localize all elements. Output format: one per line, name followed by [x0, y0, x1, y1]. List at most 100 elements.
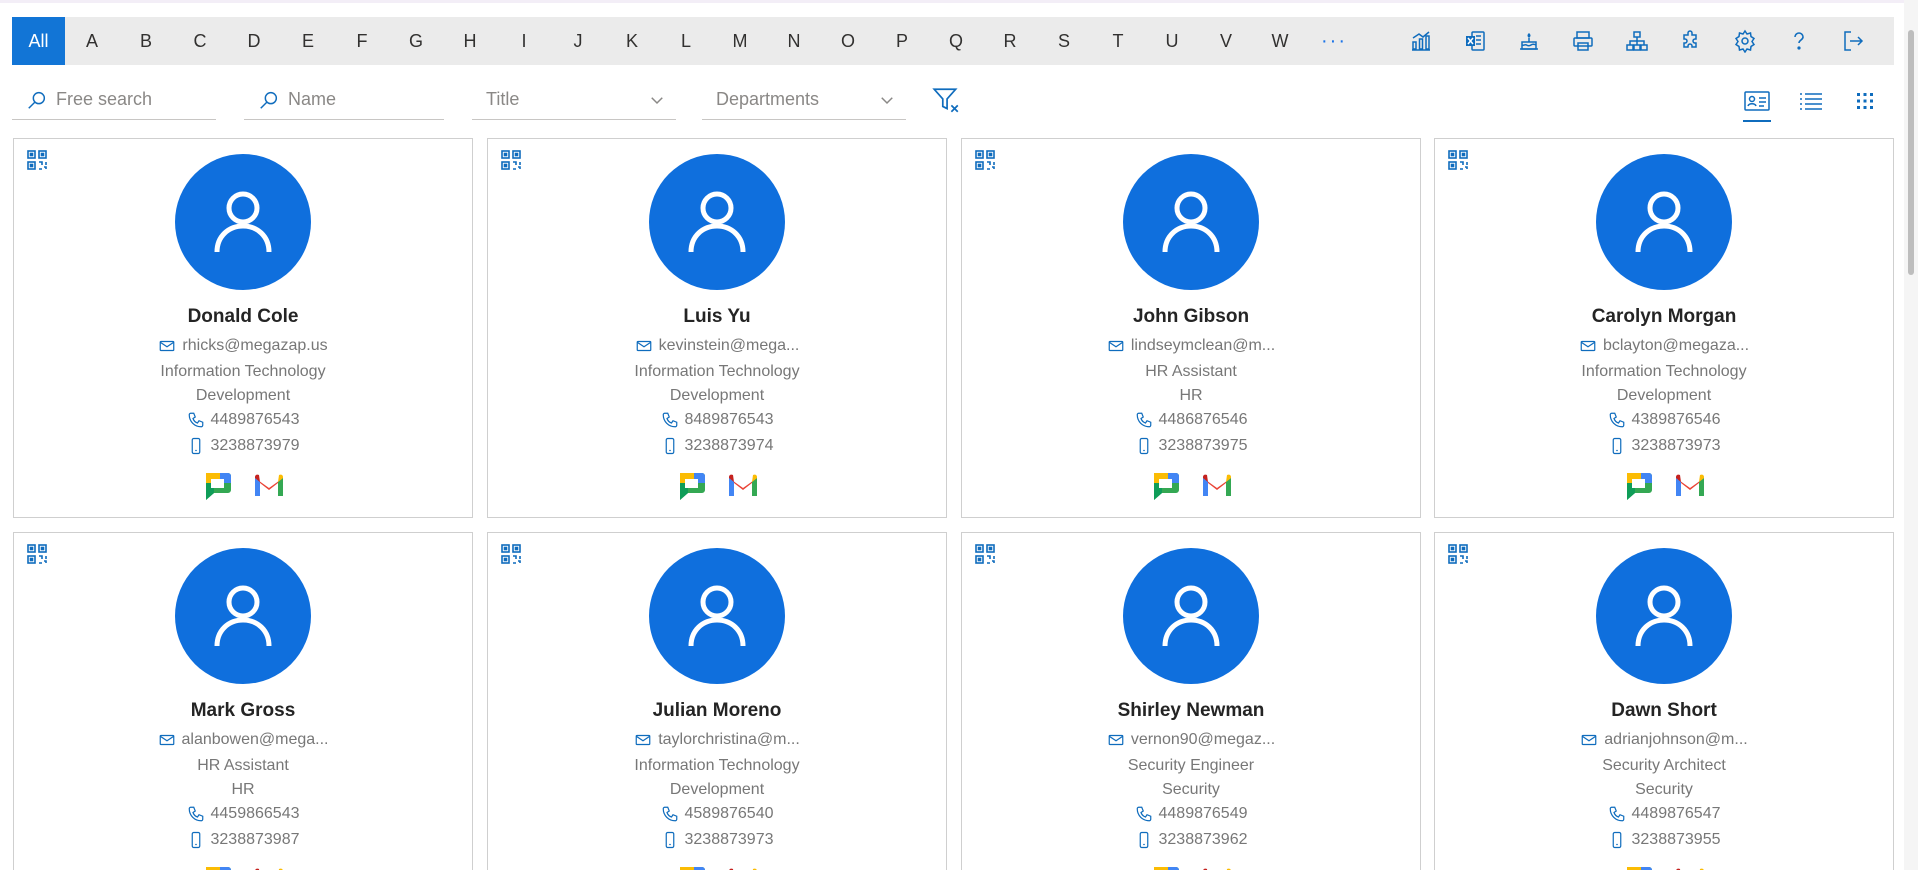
letter-filter-q[interactable]: Q [929, 17, 983, 65]
clear-filters-button[interactable] [928, 82, 964, 118]
employee-mobile[interactable]: 3238873973 [1435, 437, 1893, 455]
employee-mobile[interactable]: 3238873973 [488, 831, 946, 849]
employee-phone[interactable]: 4489876547 [1435, 805, 1893, 823]
vertical-scrollbar[interactable] [1904, 0, 1918, 870]
employee-email[interactable]: vernon90@megaz... [962, 731, 1420, 749]
gmail-icon[interactable] [1200, 863, 1234, 870]
letter-filter-d[interactable]: D [227, 17, 281, 65]
extensions-button[interactable] [1664, 17, 1718, 65]
employee-mobile[interactable]: 3238873975 [962, 437, 1420, 455]
qr-code-icon[interactable] [974, 543, 996, 565]
sign-out-button[interactable] [1826, 17, 1880, 65]
analytics-button[interactable] [1394, 17, 1448, 65]
letter-filter-e[interactable]: E [281, 17, 335, 65]
employee-phone[interactable]: 4486876546 [962, 411, 1420, 429]
letter-filter-v[interactable]: V [1199, 17, 1253, 65]
gmail-icon[interactable] [726, 469, 760, 503]
google-chat-icon[interactable] [1148, 469, 1182, 503]
letter-filter-f[interactable]: F [335, 17, 389, 65]
letter-filter-w[interactable]: W [1253, 17, 1307, 65]
qr-code-icon[interactable] [1447, 149, 1469, 171]
card-view-button[interactable] [1730, 80, 1784, 122]
qr-code-icon[interactable] [26, 149, 48, 171]
org-chart-button[interactable] [1610, 17, 1664, 65]
employee-phone[interactable]: 4459866543 [14, 805, 472, 823]
free-search-input[interactable]: Free search [12, 80, 216, 120]
departments-dropdown[interactable]: Departments [702, 80, 906, 120]
name-search-input[interactable]: Name [244, 80, 444, 120]
employee-email[interactable]: kevinstein@mega... [488, 337, 946, 355]
google-chat-icon[interactable] [1621, 469, 1655, 503]
employee-mobile[interactable]: 3238873987 [14, 831, 472, 849]
gmail-icon[interactable] [252, 863, 286, 870]
birthday-button[interactable] [1502, 17, 1556, 65]
employee-card[interactable]: Mark Gross alanbowen@mega... HR Assistan… [13, 532, 473, 870]
settings-button[interactable] [1718, 17, 1772, 65]
more-letters-button[interactable]: ··· [1307, 17, 1361, 65]
gmail-icon[interactable] [1200, 469, 1234, 503]
google-chat-icon[interactable] [674, 863, 708, 870]
employee-card[interactable]: Shirley Newman vernon90@megaz... Securit… [961, 532, 1421, 870]
employee-mobile[interactable]: 3238873979 [14, 437, 472, 455]
letter-filter-c[interactable]: C [173, 17, 227, 65]
employee-card[interactable]: Carolyn Morgan bclayton@megaza... Inform… [1434, 138, 1894, 518]
employee-email[interactable]: alanbowen@mega... [14, 731, 472, 749]
qr-code-icon[interactable] [1447, 543, 1469, 565]
employee-phone[interactable]: 4389876546 [1435, 411, 1893, 429]
letter-filter-n[interactable]: N [767, 17, 821, 65]
qr-code-icon[interactable] [500, 543, 522, 565]
letter-filter-u[interactable]: U [1145, 17, 1199, 65]
qr-code-icon[interactable] [26, 543, 48, 565]
employee-email[interactable]: bclayton@megaza... [1435, 337, 1893, 355]
letter-filter-r[interactable]: R [983, 17, 1037, 65]
google-chat-icon[interactable] [200, 469, 234, 503]
employee-email[interactable]: adrianjohnson@m... [1435, 731, 1893, 749]
employee-card[interactable]: Julian Moreno taylorchristina@m... Infor… [487, 532, 947, 870]
letter-filter-b[interactable]: B [119, 17, 173, 65]
employee-mobile[interactable]: 3238873962 [962, 831, 1420, 849]
letter-filter-p[interactable]: P [875, 17, 929, 65]
list-view-button[interactable] [1784, 80, 1838, 122]
employee-card[interactable]: Luis Yu kevinstein@mega... Information T… [487, 138, 947, 518]
qr-code-icon[interactable] [500, 149, 522, 171]
letter-filter-s[interactable]: S [1037, 17, 1091, 65]
excel-export-button[interactable] [1448, 17, 1502, 65]
employee-card[interactable]: Donald Cole rhicks@megazap.us Informatio… [13, 138, 473, 518]
letter-filter-j[interactable]: J [551, 17, 605, 65]
letter-filter-o[interactable]: O [821, 17, 875, 65]
letter-filter-all[interactable]: All [12, 17, 65, 65]
employee-email[interactable]: lindseymclean@m... [962, 337, 1420, 355]
employee-phone[interactable]: 4489876549 [962, 805, 1420, 823]
employee-email[interactable]: rhicks@megazap.us [14, 337, 472, 355]
letter-filter-g[interactable]: G [389, 17, 443, 65]
employee-phone[interactable]: 8489876543 [488, 411, 946, 429]
title-dropdown[interactable]: Title [472, 80, 676, 120]
letter-filter-k[interactable]: K [605, 17, 659, 65]
letter-filter-m[interactable]: M [713, 17, 767, 65]
help-button[interactable] [1772, 17, 1826, 65]
qr-code-icon[interactable] [974, 149, 996, 171]
employee-email[interactable]: taylorchristina@m... [488, 731, 946, 749]
employee-card[interactable]: John Gibson lindseymclean@m... HR Assist… [961, 138, 1421, 518]
gmail-icon[interactable] [252, 469, 286, 503]
gmail-icon[interactable] [726, 863, 760, 870]
letter-filter-l[interactable]: L [659, 17, 713, 65]
google-chat-icon[interactable] [1621, 863, 1655, 870]
letter-filter-t[interactable]: T [1091, 17, 1145, 65]
google-chat-icon[interactable] [200, 863, 234, 870]
gmail-icon[interactable] [1673, 469, 1707, 503]
scrollbar-thumb[interactable] [1908, 30, 1914, 275]
google-chat-icon[interactable] [1148, 863, 1182, 870]
letter-filter-a[interactable]: A [65, 17, 119, 65]
employee-phone[interactable]: 4589876540 [488, 805, 946, 823]
letter-filter-h[interactable]: H [443, 17, 497, 65]
gmail-icon[interactable] [1673, 863, 1707, 870]
employee-card[interactable]: Dawn Short adrianjohnson@m... Security A… [1434, 532, 1894, 870]
letter-filter-i[interactable]: I [497, 17, 551, 65]
employee-mobile[interactable]: 3238873955 [1435, 831, 1893, 849]
google-chat-icon[interactable] [674, 469, 708, 503]
employee-phone[interactable]: 4489876543 [14, 411, 472, 429]
grid-view-button[interactable] [1838, 80, 1892, 122]
print-button[interactable] [1556, 17, 1610, 65]
employee-mobile[interactable]: 3238873974 [488, 437, 946, 455]
